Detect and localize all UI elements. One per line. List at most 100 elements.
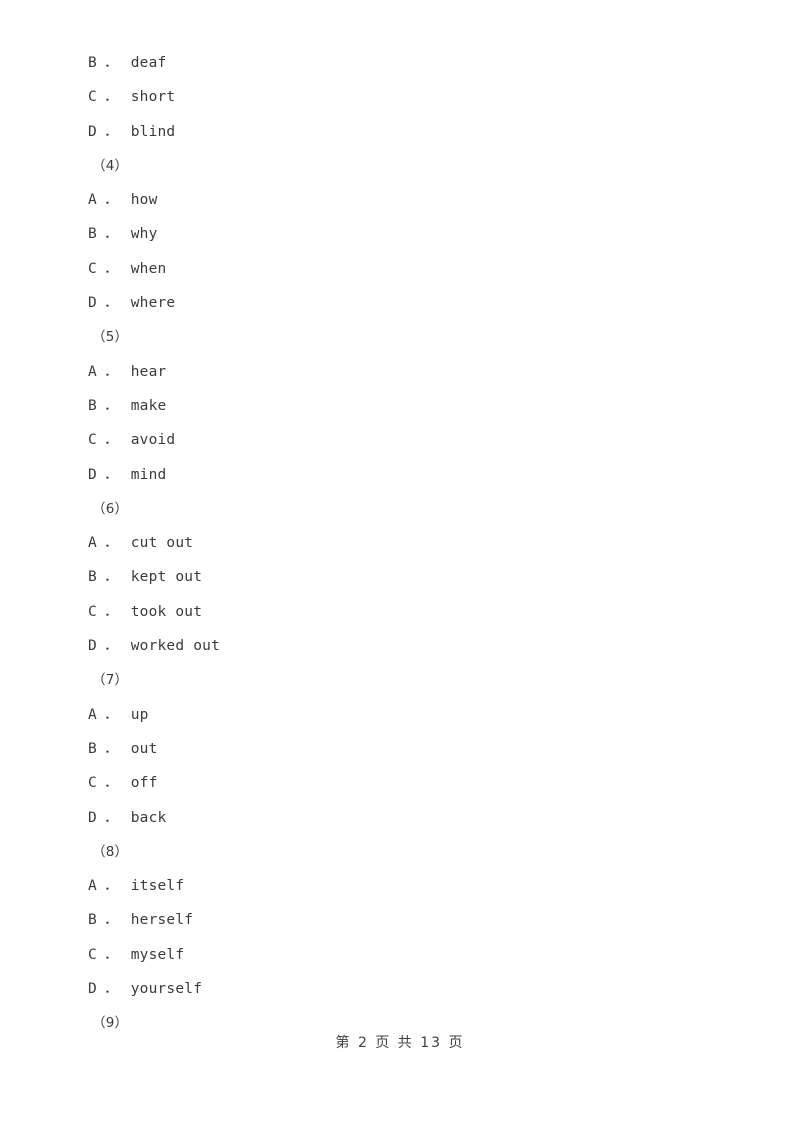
option-text: back: [130, 809, 167, 826]
option-letter: C: [88, 603, 97, 620]
answer-option: D ． blind: [88, 115, 708, 149]
answer-option: D ． back: [88, 801, 708, 835]
option-separator: ．: [104, 603, 119, 620]
option-letter: D: [88, 123, 97, 140]
answer-option: C ． when: [88, 252, 708, 286]
option-letter: C: [88, 432, 97, 449]
question-number-label: （6）: [92, 500, 129, 517]
option-text: herself: [130, 912, 194, 929]
option-separator: ．: [104, 912, 119, 929]
answer-option: B ． deaf: [88, 46, 708, 80]
option-text: blind: [130, 123, 176, 140]
question-number: （8）: [88, 835, 708, 869]
option-separator: ．: [104, 363, 119, 380]
option-separator: ．: [104, 569, 119, 586]
option-separator: ．: [104, 295, 119, 312]
option-separator: ．: [104, 535, 119, 552]
option-letter: C: [88, 260, 97, 277]
answer-option: B ． herself: [88, 903, 708, 937]
option-text: out: [130, 740, 158, 757]
option-letter: B: [88, 740, 97, 757]
answer-option: B ． make: [88, 389, 708, 423]
option-text: itself: [130, 878, 185, 895]
option-separator: ．: [104, 192, 119, 209]
answer-option: C ． took out: [88, 595, 708, 629]
option-separator: ．: [104, 432, 119, 449]
question-number-label: （9）: [92, 1015, 129, 1032]
option-separator: ．: [104, 878, 119, 895]
option-separator: ．: [104, 638, 119, 655]
option-text: when: [130, 260, 167, 277]
option-text: took out: [130, 603, 203, 620]
option-separator: ．: [104, 89, 119, 106]
option-text: short: [130, 89, 176, 106]
option-letter: D: [88, 295, 97, 312]
answer-option: A ． cut out: [88, 526, 708, 560]
question-number: （5）: [88, 320, 708, 354]
answer-option: D ． worked out: [88, 629, 708, 663]
option-text: off: [130, 775, 158, 792]
answer-option: C ． myself: [88, 938, 708, 972]
option-letter: D: [88, 638, 97, 655]
answer-option: B ． out: [88, 732, 708, 766]
option-separator: ．: [104, 740, 119, 757]
option-text: mind: [130, 466, 167, 483]
option-separator: ．: [104, 981, 119, 998]
document-page: B ． deaf C ． short D ． blind （4） A ． how B ． why C ． when D…: [0, 0, 800, 1132]
option-text: avoid: [130, 432, 176, 449]
option-text: deaf: [130, 55, 167, 71]
question-number: （6）: [88, 492, 708, 526]
option-text: how: [130, 192, 158, 209]
option-text: worked out: [130, 638, 221, 655]
option-letter: A: [88, 535, 97, 552]
option-letter: C: [88, 946, 97, 963]
option-letter: B: [88, 912, 97, 929]
option-letter: B: [88, 226, 97, 243]
option-text: hear: [130, 363, 167, 380]
answer-option: A ． how: [88, 183, 708, 217]
option-text: myself: [130, 946, 185, 963]
option-text: why: [130, 226, 158, 243]
answer-option: A ． itself: [88, 869, 708, 903]
option-text: cut out: [130, 535, 194, 552]
option-text: up: [130, 706, 149, 723]
option-letter: A: [88, 706, 97, 723]
option-separator: ．: [104, 260, 119, 277]
option-letter: A: [88, 878, 97, 895]
option-letter: D: [88, 466, 97, 483]
option-separator: ．: [104, 123, 119, 140]
answer-option: B ． why: [88, 217, 708, 251]
option-separator: ．: [104, 397, 119, 414]
option-letter: A: [88, 363, 97, 380]
answer-option: A ． hear: [88, 355, 708, 389]
answer-option: C ． short: [88, 80, 708, 114]
option-separator: ．: [104, 706, 119, 723]
question-number-label: （5）: [92, 329, 129, 346]
option-separator: ．: [104, 775, 119, 792]
option-letter: C: [88, 89, 97, 106]
question-list: B ． deaf C ． short D ． blind （4） A ． how B ． why C ． when D…: [88, 46, 708, 1041]
option-text: kept out: [130, 569, 203, 586]
question-number-label: （7）: [92, 672, 129, 689]
option-separator: ．: [104, 809, 119, 826]
answer-option: C ． off: [88, 766, 708, 800]
option-separator: ．: [104, 55, 119, 71]
option-text: make: [130, 397, 167, 414]
option-letter: C: [88, 775, 97, 792]
question-number: （4）: [88, 149, 708, 183]
page-footer: 第 2 页 共 13 页: [335, 1035, 465, 1051]
option-text: yourself: [130, 981, 203, 998]
answer-option: D ． yourself: [88, 972, 708, 1006]
answer-option: C ． avoid: [88, 423, 708, 457]
answer-option: A ． up: [88, 698, 708, 732]
option-separator: ．: [104, 466, 119, 483]
option-letter: D: [88, 981, 97, 998]
question-number-label: （8）: [92, 843, 129, 860]
question-number: （7）: [88, 663, 708, 697]
question-number-label: （4）: [92, 157, 129, 174]
answer-option: B ． kept out: [88, 560, 708, 594]
option-letter: A: [88, 192, 97, 209]
answer-option: D ． mind: [88, 458, 708, 492]
option-separator: ．: [104, 946, 119, 963]
answer-option: D ． where: [88, 286, 708, 320]
